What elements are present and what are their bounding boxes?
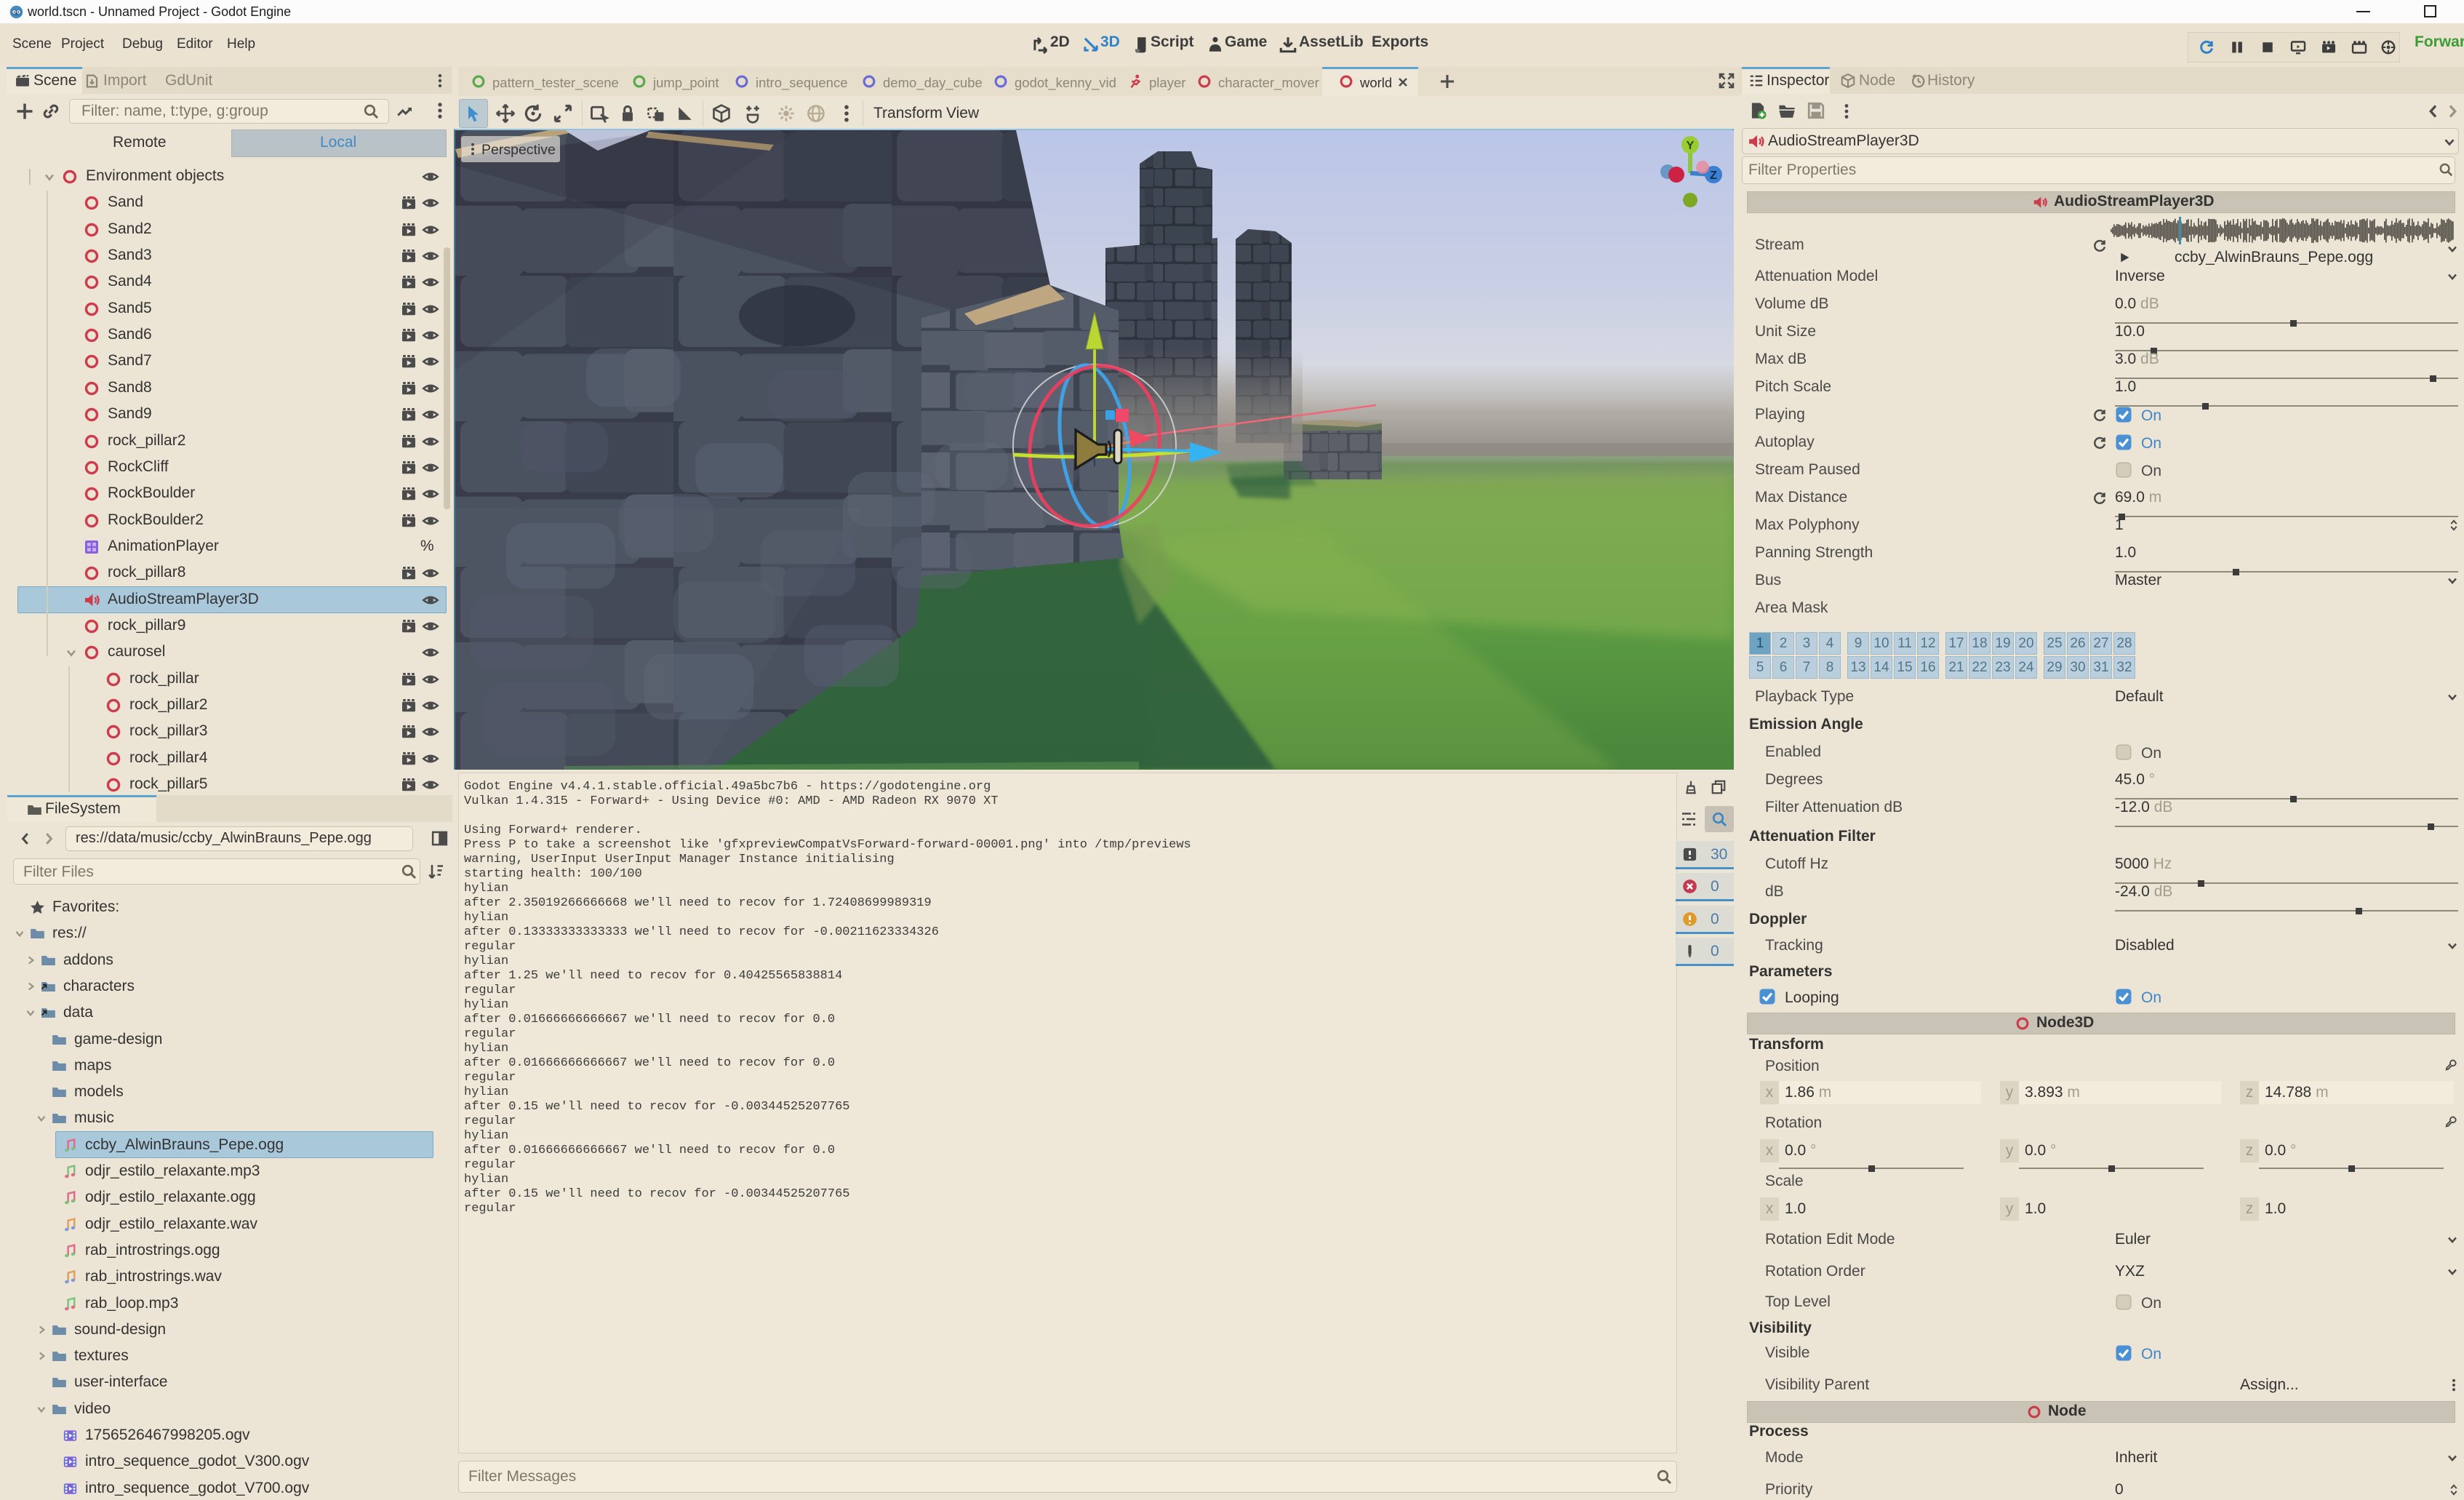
svg-text:Y: Y [1687, 140, 1695, 152]
svg-text:Z: Z [1710, 169, 1717, 182]
